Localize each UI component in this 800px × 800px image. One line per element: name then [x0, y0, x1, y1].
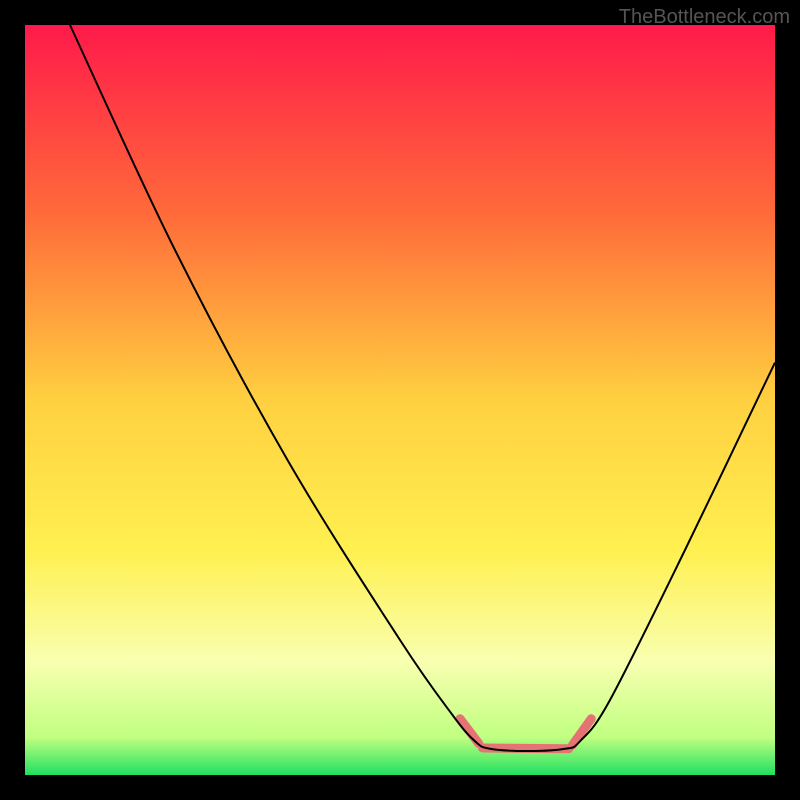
chart-svg [25, 25, 775, 775]
chart-container: TheBottleneck.com [0, 0, 800, 800]
plot-area [25, 25, 775, 775]
gradient-background [25, 25, 775, 775]
watermark-text: TheBottleneck.com [619, 6, 790, 29]
